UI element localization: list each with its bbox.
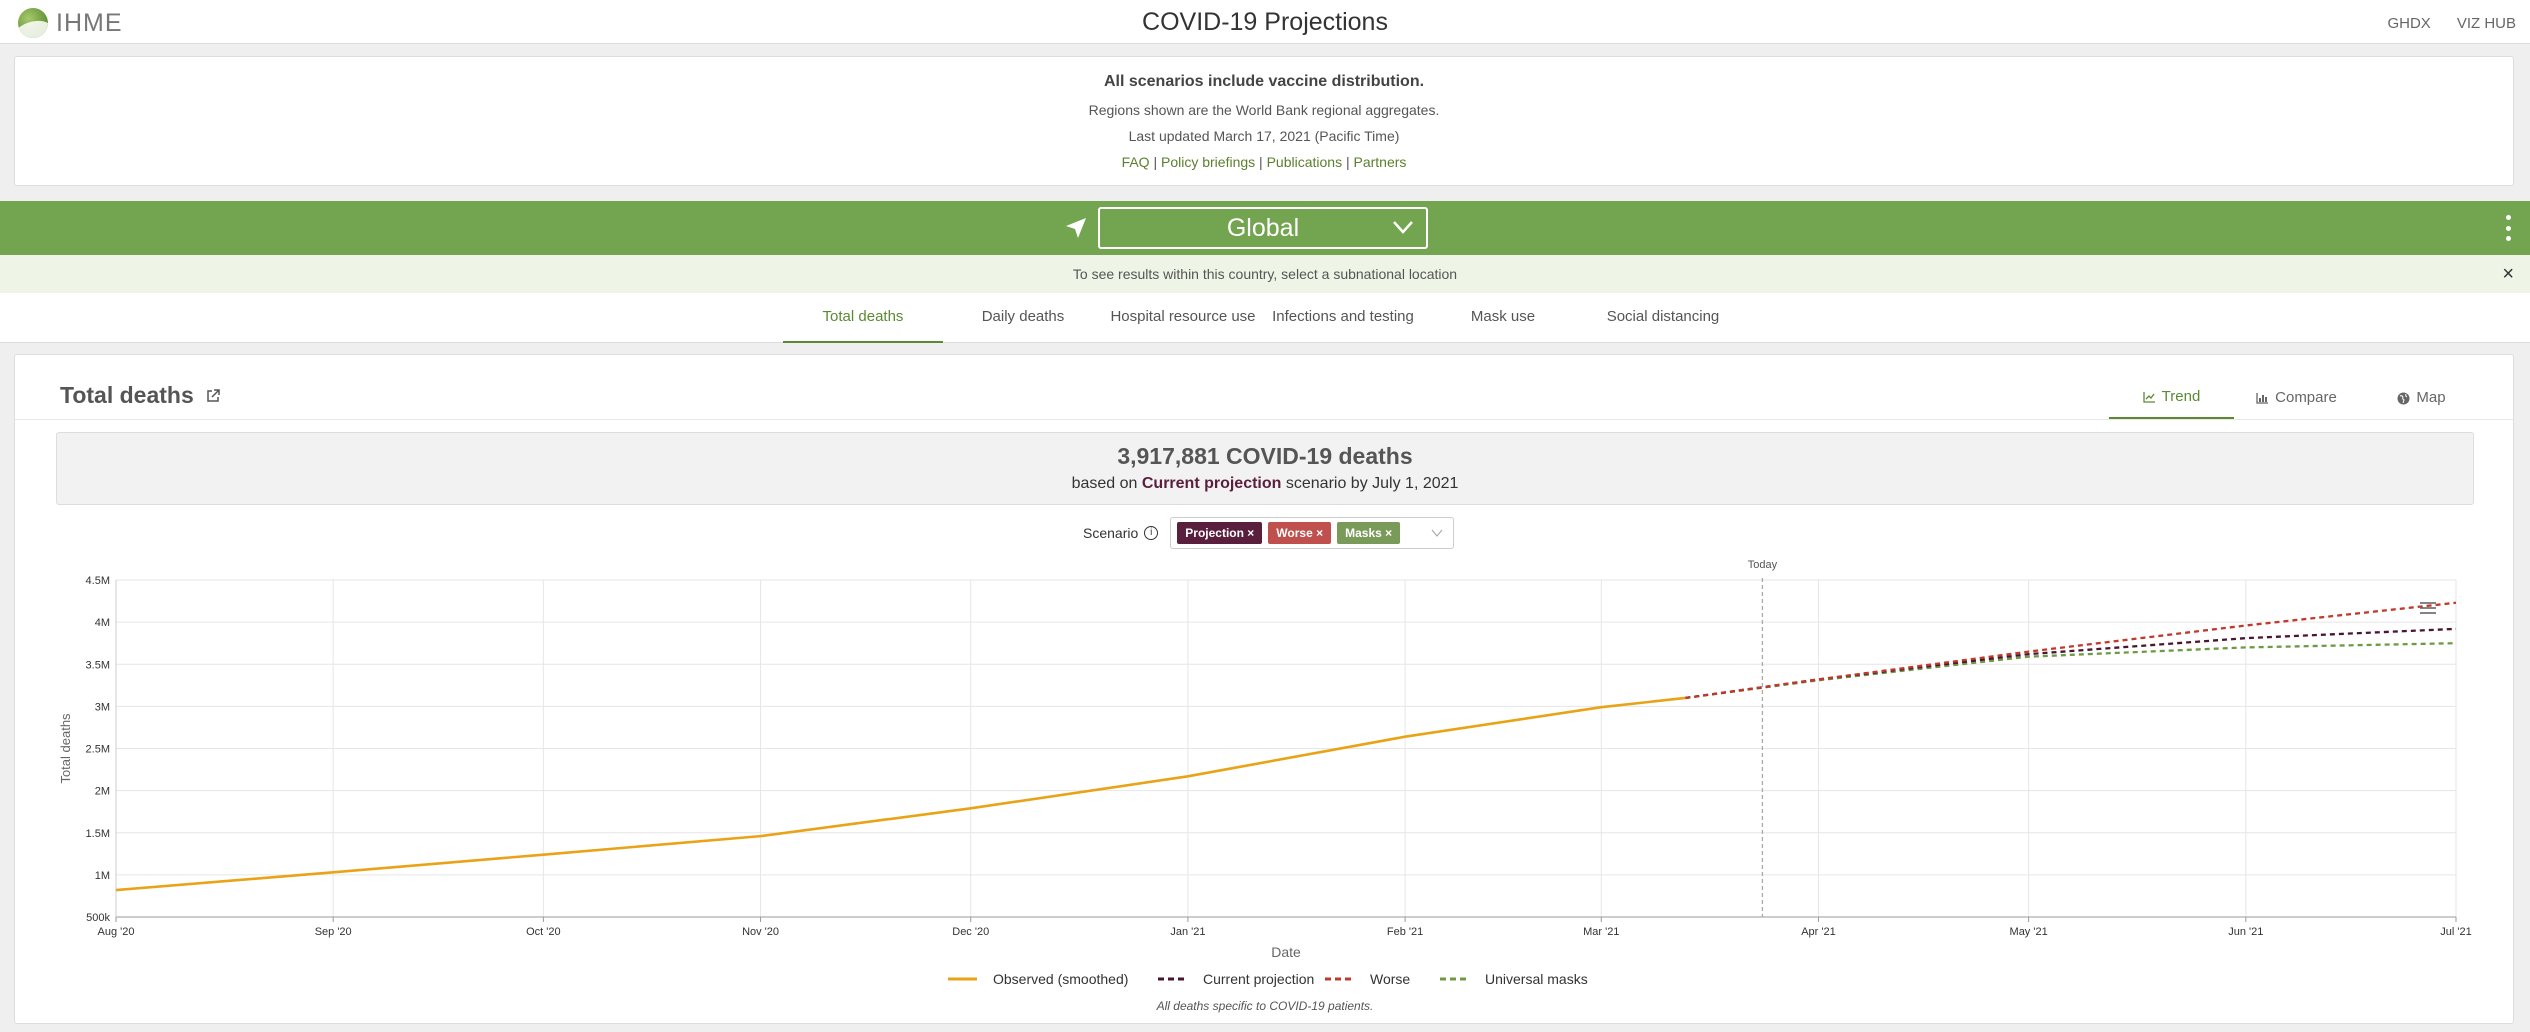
top-bar: IHME COVID-19 Projections GHDX VIZ HUB [0, 0, 2530, 44]
close-icon[interactable]: × [2502, 255, 2514, 293]
x-tick-label: Aug '20 [98, 926, 135, 938]
legend-label: Universal masks [1485, 971, 1588, 987]
legend-label: Worse [1370, 971, 1410, 987]
y-tick-label: 1M [95, 870, 110, 882]
y-tick-label: 3.5M [86, 659, 110, 671]
legend-label: Current projection [1203, 971, 1314, 987]
chart-footnote: All deaths specific to COVID-19 patients… [1156, 999, 1374, 1013]
vaccine-note: All scenarios include vaccine distributi… [1103, 73, 1425, 90]
y-tick-label: 4.5M [86, 575, 110, 587]
last-updated: Last updated March 17, 2021 (Pacific Tim… [1128, 128, 1400, 144]
info-card: All scenarios include vaccine distributi… [14, 56, 2514, 186]
series-observed [115, 696, 1686, 892]
y-tick-label: 4M [95, 617, 110, 629]
x-tick-label: Jun '21 [2228, 926, 2263, 938]
x-tick-label: Sep '20 [315, 926, 352, 938]
location-bar: Global [0, 201, 2530, 255]
location-select[interactable]: Global [1098, 207, 1428, 249]
x-tick-label: Oct '20 [526, 926, 561, 938]
x-tick-label: Jan '21 [1170, 926, 1205, 938]
today-label: Today [1748, 559, 1778, 571]
total-deaths-chart[interactable]: 500k 1M 1.5M 2M 2.5M 3M 3.5M 4M 4.5M Aug '20 Sep '… [15, 355, 2515, 1025]
publications-link[interactable]: Publications [1267, 154, 1343, 170]
y-tick-label: 2M [95, 786, 110, 798]
link-separator: | [1345, 154, 1350, 170]
y-tick-label: 3M [95, 701, 110, 713]
tab-hospital-resource-use[interactable]: Hospital resource use [1103, 293, 1263, 343]
tab-infections-and-testing[interactable]: Infections and testing [1263, 293, 1423, 343]
main-tabs: Total deaths Daily deaths Hospital resou… [0, 293, 2530, 343]
x-tick-label: Jul '21 [2440, 926, 2471, 938]
x-tick-label: Feb '21 [1387, 926, 1423, 938]
chevron-down-icon [1393, 221, 1413, 234]
x-tick-label: Apr '21 [1801, 926, 1836, 938]
notice-text: To see results within this country, sele… [1072, 266, 1458, 282]
app-title: COVID-19 Projections [1142, 8, 1388, 36]
info-links: FAQ | Policy briefings | Publications | … [15, 154, 2513, 170]
subnational-notice: To see results within this country, sele… [0, 255, 2530, 293]
ghdx-link[interactable]: GHDX [2387, 15, 2430, 32]
series-current-projection [1685, 627, 2457, 700]
chart-card: Total deaths Trend Compare Map 3,917,881… [14, 354, 2514, 1024]
y-tick-label: 1.5M [86, 828, 110, 840]
legend-label: Observed (smoothed) [993, 971, 1128, 987]
tab-social-distancing[interactable]: Social distancing [1583, 293, 1743, 343]
viz-hub-link[interactable]: VIZ HUB [2457, 15, 2516, 32]
regions-note: Regions shown are the World Bank regiona… [1088, 102, 1440, 118]
top-links: GHDX VIZ HUB [2387, 15, 2516, 32]
y-tick-label: 500k [86, 912, 110, 924]
policy-briefings-link[interactable]: Policy briefings [1161, 154, 1255, 170]
x-tick-label: Nov '20 [742, 926, 779, 938]
more-options-icon[interactable] [2506, 215, 2512, 241]
partners-link[interactable]: Partners [1354, 154, 1407, 170]
link-separator: | [1259, 154, 1263, 170]
link-separator: | [1153, 154, 1158, 170]
y-axis-title: Total deaths [58, 713, 73, 784]
location-select-value: Global [1226, 214, 1300, 242]
tab-mask-use[interactable]: Mask use [1423, 293, 1583, 343]
tab-daily-deaths[interactable]: Daily deaths [943, 293, 1103, 343]
faq-link[interactable]: FAQ [1122, 154, 1150, 170]
x-axis-title: Date [1271, 944, 1301, 960]
x-tick-label: Mar '21 [1583, 926, 1619, 938]
location-arrow-icon[interactable] [1064, 216, 1088, 240]
x-tick-label: May '21 [2010, 926, 2048, 938]
x-tick-label: Dec '20 [952, 926, 989, 938]
y-tick-label: 2.5M [86, 744, 110, 756]
tab-total-deaths[interactable]: Total deaths [783, 293, 943, 343]
